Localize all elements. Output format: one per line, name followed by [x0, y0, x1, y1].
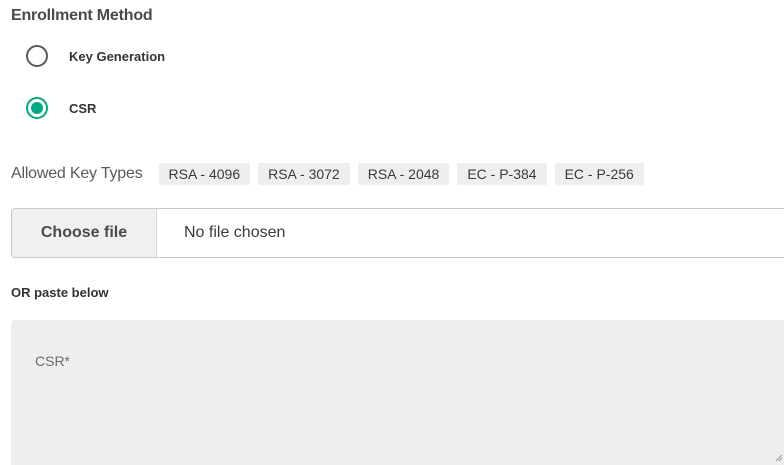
key-type-chip: RSA - 2048 [357, 163, 450, 185]
radio-label-key-generation: Key Generation [69, 48, 166, 64]
key-type-chip: RSA - 4096 [158, 163, 251, 185]
key-type-chip: EC - P-384 [457, 163, 547, 185]
enrollment-method-title: Enrollment Method [11, 7, 153, 24]
radio-dot [31, 102, 43, 114]
key-type-chip: EC - P-256 [554, 163, 644, 185]
file-status-text: No file chosen [184, 224, 286, 241]
csr-enrollment-form: Enrollment Method Key Generation CSR All… [0, 0, 784, 465]
radio-checked-icon[interactable] [26, 97, 48, 119]
radio-option-csr[interactable]: CSR [26, 97, 96, 119]
key-type-chip: RSA - 3072 [258, 163, 350, 185]
radio-label-csr: CSR [69, 100, 97, 116]
csr-textarea[interactable]: CSR* [11, 320, 784, 465]
radio-option-key-generation[interactable]: Key Generation [26, 45, 165, 67]
file-input[interactable]: Choose file No file chosen [11, 208, 784, 258]
radio-unchecked-icon[interactable] [26, 45, 48, 67]
resize-handle-icon[interactable] [775, 454, 783, 462]
allowed-key-types-label: Allowed Key Types [11, 165, 143, 182]
allowed-key-types: Allowed Key Types RSA - 4096 RSA - 3072 … [11, 163, 652, 185]
or-paste-label: OR paste below [11, 285, 109, 300]
csr-placeholder: CSR* [35, 353, 71, 369]
choose-file-button[interactable]: Choose file [12, 209, 157, 257]
